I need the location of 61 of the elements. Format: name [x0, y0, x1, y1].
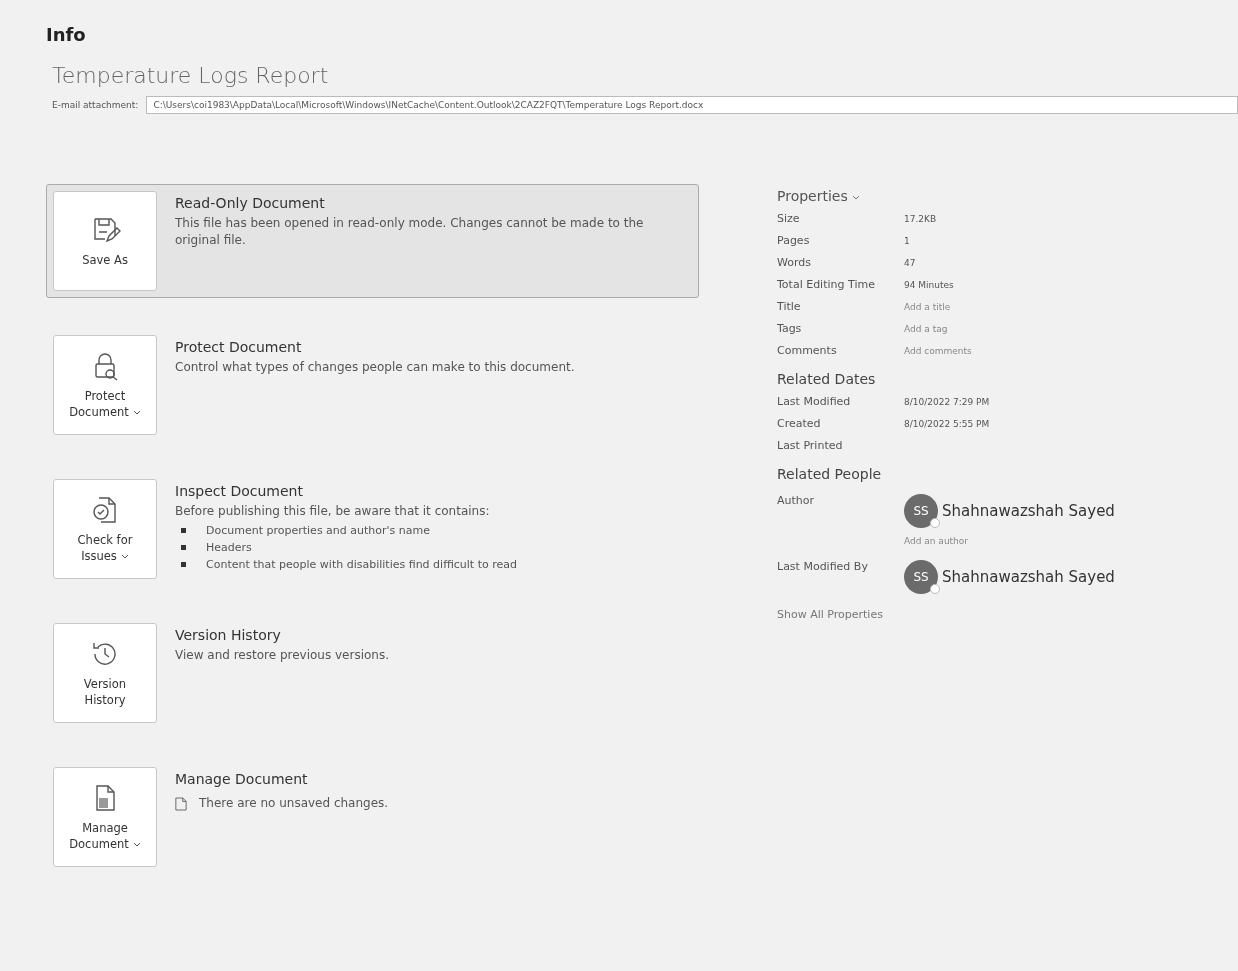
section-title: Read-Only Document	[175, 195, 325, 211]
caret-icon	[132, 410, 141, 415]
avatar: SS	[904, 560, 938, 594]
action-button[interactable]: Save As	[53, 191, 157, 291]
property-field[interactable]: Add comments	[904, 345, 1014, 356]
show-all-link[interactable]: Show All Properties	[777, 608, 883, 621]
action-button[interactable]: Manage Document	[53, 767, 157, 867]
section-title: Inspect Document	[175, 483, 303, 499]
caret-icon	[851, 194, 860, 200]
bullet-text: Document properties and author's name	[206, 524, 430, 538]
property-value: 17.2KB	[904, 213, 937, 224]
section-note: There are no unsaved changes.	[199, 795, 389, 812]
section-heading: Related Dates	[777, 371, 876, 387]
property-label: Pages	[777, 234, 810, 247]
person-name[interactable]: Shahnawazshah Sayed	[942, 502, 1115, 520]
bullet-icon	[181, 545, 186, 551]
action-button[interactable]: Check for Issues	[53, 479, 157, 579]
bullet-icon	[181, 528, 186, 534]
document-icon	[175, 796, 187, 811]
section-description: This file has been opened in read-only mode. Changes cannot be made to the original file.	[175, 215, 645, 250]
date-label: Last Printed	[777, 439, 843, 452]
action-button[interactable]: Protect Document	[53, 335, 157, 435]
section-title: Manage Document	[175, 771, 308, 787]
bullet-icon	[181, 562, 186, 568]
date-label: Created	[777, 417, 821, 430]
property-label: Comments	[777, 344, 837, 357]
property-field[interactable]: Add a title	[904, 301, 1014, 312]
document-title: Temperature Logs Report	[52, 63, 329, 88]
caret-icon	[132, 842, 141, 847]
property-field[interactable]: Add a tag	[904, 323, 1014, 334]
property-label: Tags	[777, 322, 802, 335]
property-value: 1	[904, 235, 910, 246]
property-value: 47	[904, 257, 916, 268]
property-label: Title	[777, 300, 801, 313]
person-label: Last Modified By	[777, 560, 869, 575]
page-title: Info	[46, 24, 86, 45]
bullet-text: Content that people with disabilities find difficult to read	[206, 558, 517, 572]
properties-heading[interactable]: Properties	[777, 188, 860, 204]
section-description: View and restore previous versions.	[175, 647, 390, 664]
date-label: Last Modified	[777, 395, 851, 408]
property-label: Size	[777, 212, 800, 225]
caret-icon	[120, 554, 129, 559]
section-heading: Related People	[777, 466, 882, 482]
property-label: Total Editing Time	[777, 278, 875, 291]
section-title: Protect Document	[175, 339, 302, 355]
path-field[interactable]: C:\Users\coi1983\AppData\Local\Microsoft\Windows\INetCache\Content.Outlook\2CAZ2FQT\Temperature Logs Report.docx	[146, 96, 1238, 114]
bullet-text: Headers	[206, 541, 252, 555]
status-icon	[930, 584, 940, 594]
section-description: Control what types of changes people can make to this document.	[175, 359, 575, 376]
person-name[interactable]: Shahnawazshah Sayed	[942, 568, 1115, 586]
attachment-label: E-mail attachment:	[52, 100, 139, 110]
section-description: Before publishing this file, be aware that it contains:	[175, 503, 490, 520]
person-label: Author	[777, 494, 816, 509]
property-value: 94 Minutes	[904, 279, 954, 290]
section-title: Version History	[175, 627, 281, 643]
date-value: 8/10/2022 5:55 PM	[904, 418, 990, 429]
action-button[interactable]: Version History	[53, 623, 157, 723]
property-label: Words	[777, 256, 811, 269]
avatar: SS	[904, 494, 938, 528]
date-value: 8/10/2022 7:29 PM	[904, 396, 990, 407]
status-icon	[930, 518, 940, 528]
